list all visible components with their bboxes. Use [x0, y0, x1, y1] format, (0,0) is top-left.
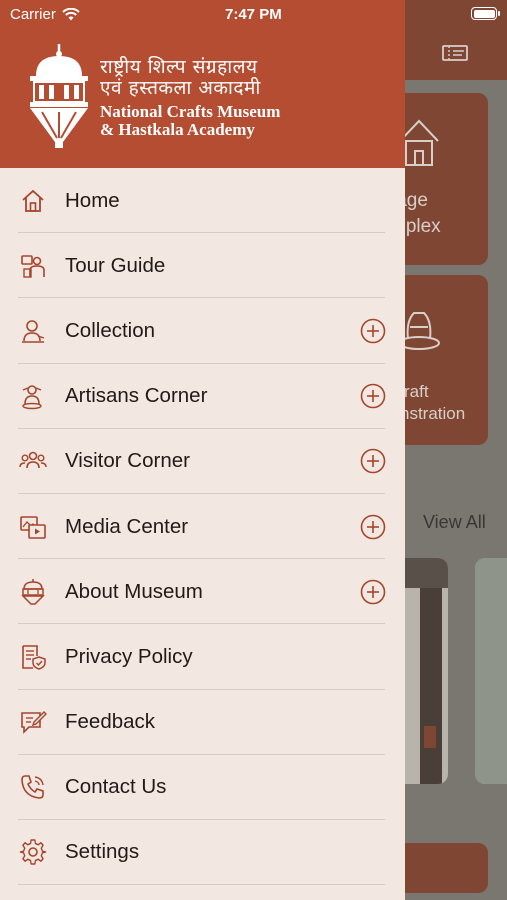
carrier-label: Carrier [10, 6, 56, 23]
brand-english-line2: & Hastkala Academy [100, 120, 255, 139]
navigation-drawer: राष्ट्रीय शिल्प संग्रहालय एवं हस्तकला अक… [0, 0, 405, 900]
menu-label: Visitor Corner [65, 449, 190, 473]
menu-label: Media Center [65, 514, 189, 538]
menu-label: Collection [65, 318, 156, 342]
expand-plus-icon[interactable] [360, 448, 386, 474]
menu-item-home[interactable]: Home [0, 168, 405, 234]
museum-logo-icon [30, 44, 88, 148]
menu-label: Home [65, 188, 120, 212]
menu-label: Settings [65, 840, 140, 864]
brand-hindi-line2: एवं हस्तकला अकादमी [100, 77, 261, 99]
battery-icon [471, 7, 500, 20]
museum-icon [19, 578, 47, 606]
tour-guide-icon [19, 252, 47, 280]
menu-item-settings[interactable]: Settings [0, 820, 405, 886]
menu-item-privacy-policy[interactable]: Privacy Policy [0, 624, 405, 690]
home-icon [19, 187, 47, 215]
drawer-menu: Home Tour Guide Collection Artisans Corn… [0, 168, 405, 886]
menu-label: Privacy Policy [65, 644, 193, 668]
menu-item-artisans-corner[interactable]: Artisans Corner [0, 364, 405, 429]
menu-item-contact-us[interactable]: Contact Us [0, 755, 405, 821]
menu-item-about-museum[interactable]: About Museum [0, 559, 405, 625]
menu-item-collection[interactable]: Collection [0, 298, 405, 364]
collection-icon [19, 317, 47, 345]
phone-icon [19, 773, 47, 801]
ticket-icon[interactable] [440, 38, 470, 68]
menu-label: Contact Us [65, 775, 167, 799]
expand-plus-icon[interactable] [360, 514, 386, 540]
media-icon [19, 513, 47, 541]
status-bar: Carrier 7:47 PM [0, 0, 507, 28]
museum-brand-text: राष्ट्रीय शिल्प संग्रहालय एवं हस्तकला अक… [100, 58, 280, 139]
expand-plus-icon[interactable] [360, 579, 386, 605]
artisan-icon [19, 382, 47, 410]
card2-line2: nstration [400, 404, 466, 423]
expand-plus-icon[interactable] [360, 318, 386, 344]
menu-item-media-center[interactable]: Media Center [0, 494, 405, 560]
brand-hindi-line1: राष्ट्रीय शिल्प संग्रहालय [100, 56, 258, 78]
status-time: 7:47 PM [225, 6, 282, 23]
feedback-icon [19, 708, 47, 736]
menu-label: Feedback [65, 710, 156, 734]
menu-item-feedback[interactable]: Feedback [0, 690, 405, 755]
menu-label: Tour Guide [65, 253, 166, 277]
brand-english-line1: National Crafts Museum [100, 102, 281, 121]
gallery-photo[interactable] [475, 558, 507, 784]
wifi-icon [62, 8, 80, 21]
visitors-icon [19, 447, 47, 475]
menu-item-visitor-corner[interactable]: Visitor Corner [0, 429, 405, 495]
menu-label: Artisans Corner [65, 384, 208, 408]
menu-label: About Museum [65, 579, 203, 603]
menu-item-tour-guide[interactable]: Tour Guide [0, 233, 405, 299]
gear-icon [19, 838, 47, 866]
carrier-info: Carrier [10, 6, 80, 23]
view-all-link[interactable]: View All [423, 512, 486, 533]
expand-plus-icon[interactable] [360, 383, 386, 409]
card2-line1: raft [404, 382, 429, 401]
privacy-icon [19, 643, 47, 671]
